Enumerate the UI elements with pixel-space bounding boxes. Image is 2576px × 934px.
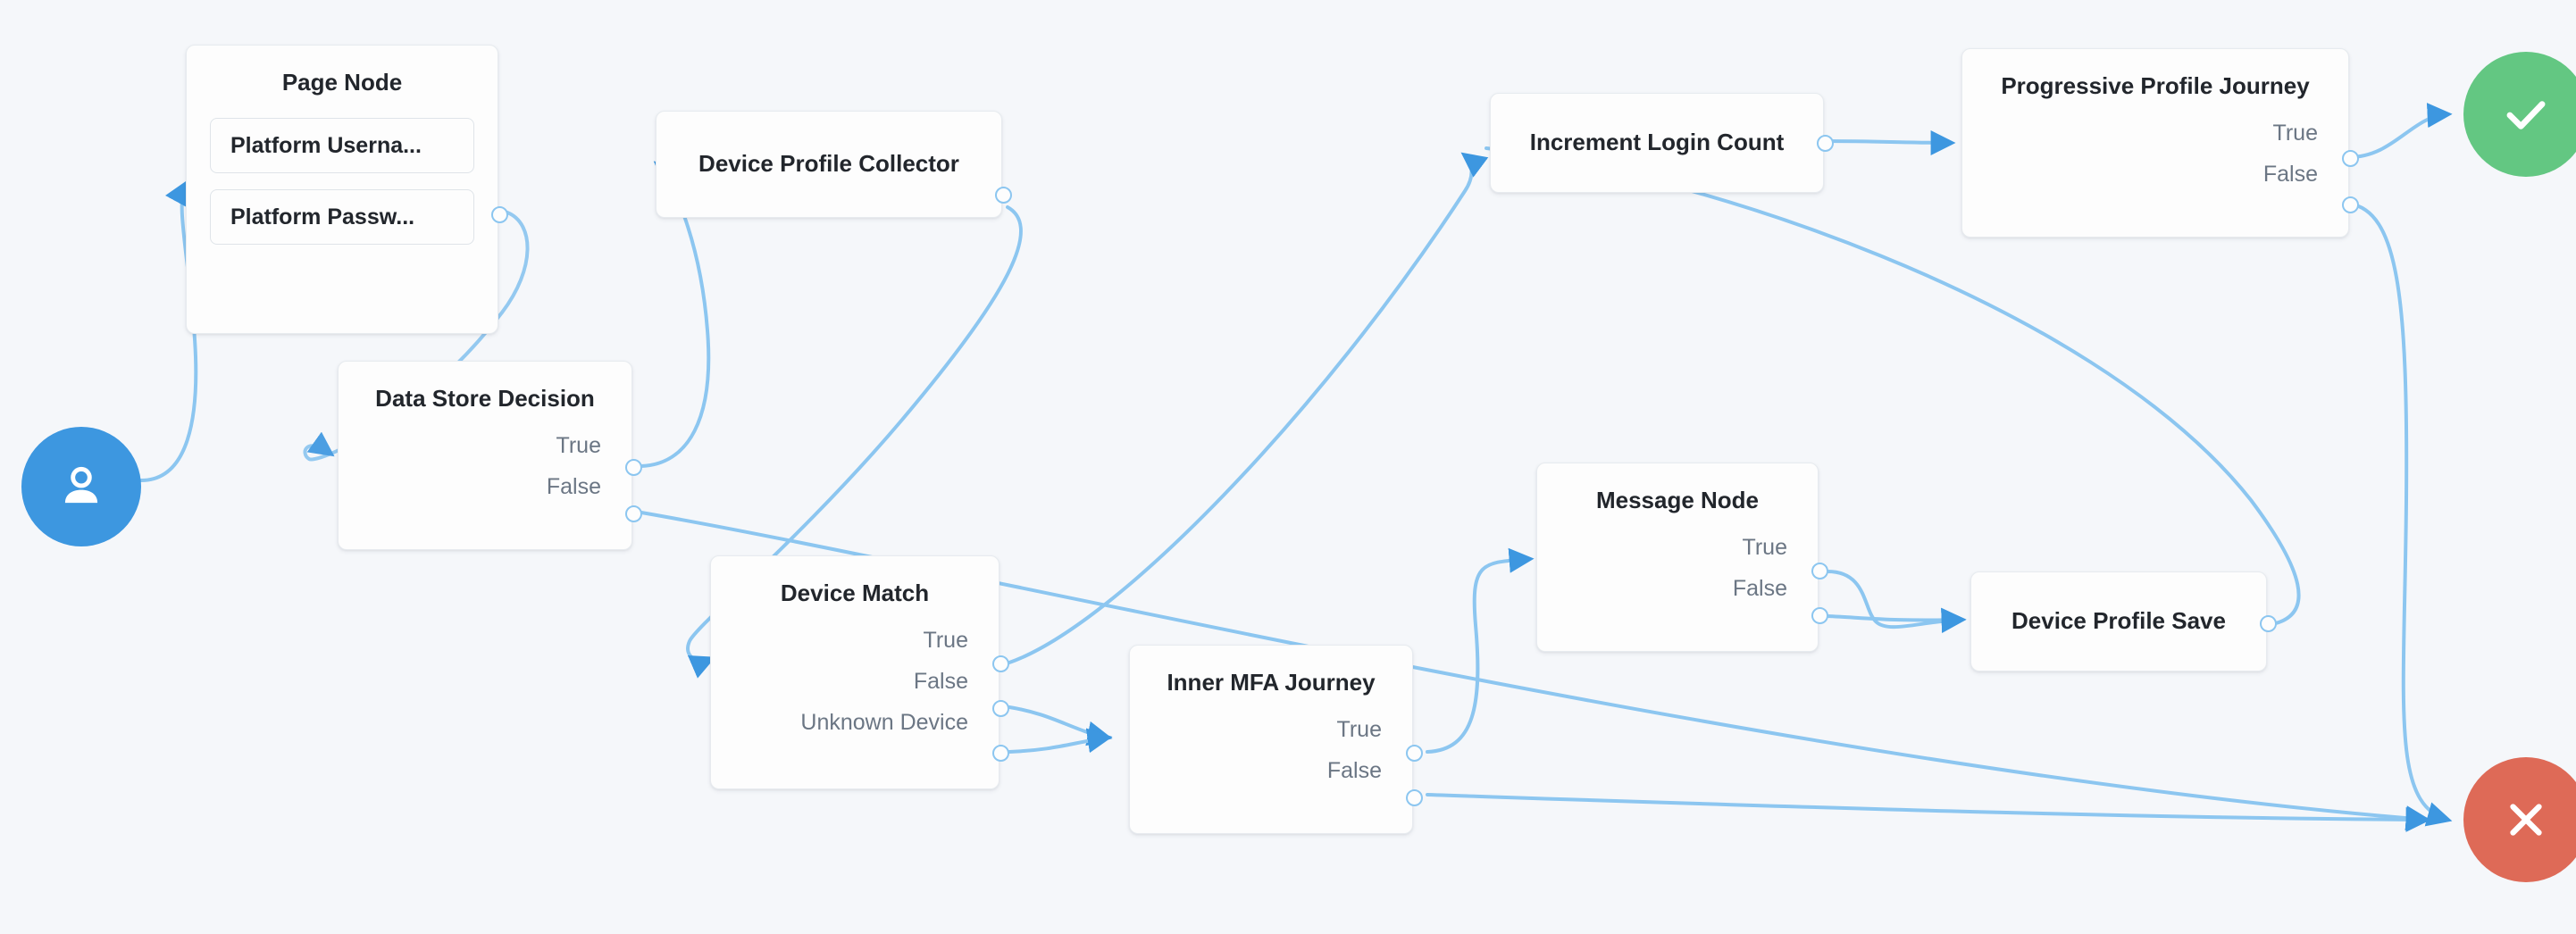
edge-device-match-true-to-increment-login-count xyxy=(1008,152,1489,664)
output-port[interactable] xyxy=(995,187,1012,204)
check-icon xyxy=(2506,101,2546,129)
node-device-match[interactable]: Device Match True False Unknown Device xyxy=(710,555,1009,789)
outcome-row: True xyxy=(1160,709,1382,750)
user-icon xyxy=(64,466,98,504)
output-port-false[interactable] xyxy=(625,505,642,522)
node-progressive-profile-journey[interactable]: Progressive Profile Journey True False xyxy=(1961,48,2359,238)
field-platform-password[interactable]: Platform Passw... xyxy=(210,189,474,246)
node-title: Increment Login Count xyxy=(1529,129,1785,156)
edge-progressive-false-to-failure xyxy=(2347,202,2453,827)
node-increment-login-count[interactable]: Increment Login Count xyxy=(1490,93,1834,193)
output-port-false[interactable] xyxy=(1811,607,1828,624)
node-title: Page Node xyxy=(281,69,403,96)
outcome-label: False xyxy=(913,668,968,694)
outcome-label: True xyxy=(1336,716,1382,742)
output-port-true[interactable] xyxy=(2342,150,2359,167)
outcome-row: False xyxy=(1160,750,1382,791)
output-port-false[interactable] xyxy=(992,700,1009,717)
outcome-row: False xyxy=(1568,568,1787,609)
outcome-row: True xyxy=(1568,527,1787,568)
outcome-label: True xyxy=(1742,534,1787,560)
outcome-row: False xyxy=(741,661,968,702)
output-port-true[interactable] xyxy=(1811,563,1828,580)
outcome-label: True xyxy=(556,432,601,458)
node-title: Data Store Decision xyxy=(375,385,595,412)
edge-inner-mfa-false-to-failure xyxy=(1426,793,2431,832)
node-title: Device Match xyxy=(780,580,930,606)
output-port[interactable] xyxy=(1817,135,1834,152)
node-device-profile-save[interactable]: Device Profile Save xyxy=(1970,571,2277,671)
outcome-label: True xyxy=(923,627,968,653)
outcome-row: True xyxy=(741,620,968,661)
edge-device-match-unknown-to-inner-mfa xyxy=(1008,728,1113,754)
journey-flow-canvas[interactable]: Page Node Platform Userna... Platform Pa… xyxy=(0,0,2576,934)
field-platform-username[interactable]: Platform Userna... xyxy=(210,118,474,174)
node-title: Device Profile Collector xyxy=(698,150,959,178)
edge-progressive-true-to-success xyxy=(2347,103,2453,159)
node-title: Inner MFA Journey xyxy=(1167,669,1376,696)
output-port-false[interactable] xyxy=(2342,196,2359,213)
edge-inner-mfa-true-to-message-node xyxy=(1426,547,1535,754)
outcome-row: True xyxy=(369,425,601,466)
output-port-unknown-device[interactable] xyxy=(992,745,1009,762)
node-title: Device Profile Save xyxy=(2011,607,2226,635)
outcome-row: False xyxy=(369,466,601,507)
outcome-row: Unknown Device xyxy=(741,702,968,743)
failure-node[interactable] xyxy=(2463,757,2576,882)
edge-message-node-false-to-device-profile-save xyxy=(1826,607,1967,633)
edge-increment-login-count-to-progressive-profile xyxy=(1822,129,1956,155)
success-node[interactable] xyxy=(2463,52,2576,177)
outcome-label: True xyxy=(2272,120,2318,146)
node-page-node[interactable]: Page Node Platform Userna... Platform Pa… xyxy=(186,45,508,334)
outcome-label: Unknown Device xyxy=(800,709,968,735)
output-port[interactable] xyxy=(2260,615,2277,632)
output-port-true[interactable] xyxy=(625,459,642,476)
output-port-true[interactable] xyxy=(1406,745,1423,762)
output-port[interactable] xyxy=(491,206,508,223)
node-device-profile-collector[interactable]: Device Profile Collector xyxy=(656,111,1012,218)
outcome-row: False xyxy=(1993,154,2318,195)
node-message-node[interactable]: Message Node True False xyxy=(1536,463,1828,652)
outcome-label: False xyxy=(546,473,601,499)
node-title: Message Node xyxy=(1595,487,1760,513)
outcome-row: True xyxy=(1993,113,2318,154)
edge-message-node-true-to-device-profile-save xyxy=(1826,570,1967,633)
node-title: Progressive Profile Journey xyxy=(2001,72,2310,99)
close-icon xyxy=(2510,804,2542,836)
edge-device-match-false-to-inner-mfa xyxy=(1008,705,1113,746)
output-port-false[interactable] xyxy=(1406,789,1423,806)
start-node[interactable] xyxy=(21,427,141,546)
node-data-store-decision[interactable]: Data Store Decision True False xyxy=(338,361,642,550)
outcome-label: False xyxy=(2262,161,2318,187)
outcome-label: False xyxy=(1732,575,1787,601)
node-inner-mfa-journey[interactable]: Inner MFA Journey True False xyxy=(1129,645,1423,834)
outcome-label: False xyxy=(1326,757,1382,783)
output-port-true[interactable] xyxy=(992,655,1009,672)
